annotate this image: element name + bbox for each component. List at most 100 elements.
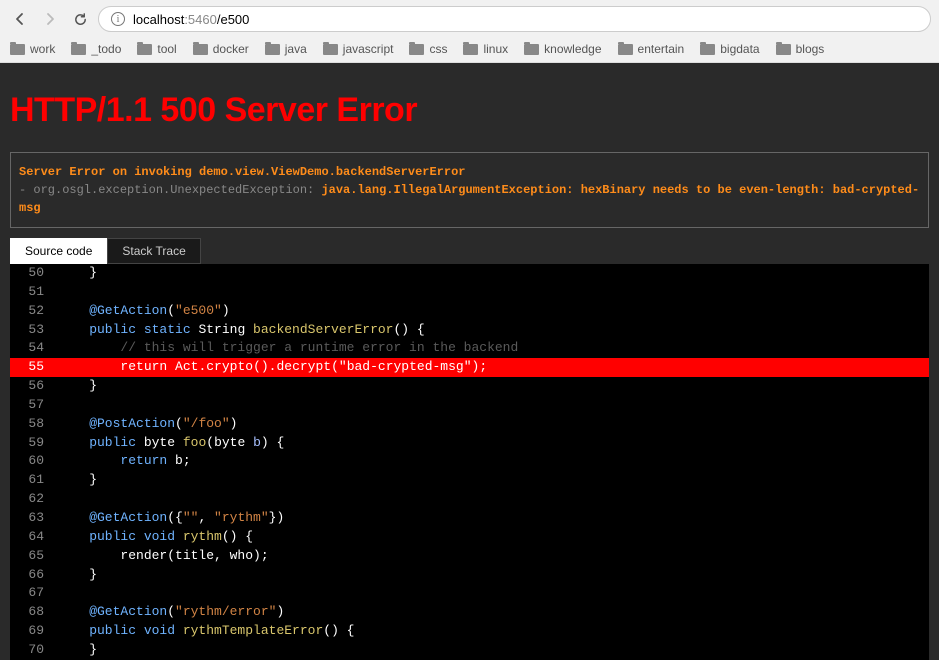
code-line: 51	[10, 283, 929, 302]
code-content	[58, 396, 929, 415]
code-content: @GetAction("e500")	[58, 302, 929, 321]
code-line: 58 @PostAction("/foo")	[10, 415, 929, 434]
bookmark-label: bigdata	[720, 42, 759, 56]
folder-icon	[193, 44, 208, 55]
code-content	[58, 490, 929, 509]
line-number: 51	[10, 283, 58, 302]
line-number: 55	[10, 358, 58, 377]
line-number: 50	[10, 264, 58, 283]
code-line: 65 render(title, who);	[10, 547, 929, 566]
code-line: 56 }	[10, 377, 929, 396]
code-line: 68 @GetAction("rythm/error")	[10, 603, 929, 622]
line-number: 58	[10, 415, 58, 434]
site-info-icon[interactable]: i	[111, 12, 125, 26]
code-content	[58, 283, 929, 302]
code-line: 60 return b;	[10, 452, 929, 471]
bookmarks-bar: work _todo tool docker java javascript css linu…	[0, 38, 939, 62]
line-number: 67	[10, 584, 58, 603]
line-number: 56	[10, 377, 58, 396]
folder-icon	[323, 44, 338, 55]
bookmark-label: docker	[213, 42, 249, 56]
code-content: render(title, who);	[58, 547, 929, 566]
line-number: 70	[10, 641, 58, 660]
code-content	[58, 584, 929, 603]
url-text: localhost:5460/e500	[133, 12, 249, 27]
tab-stack-trace[interactable]: Stack Trace	[107, 238, 200, 264]
folder-icon	[776, 44, 791, 55]
back-button[interactable]	[8, 7, 32, 31]
folder-icon	[524, 44, 539, 55]
bookmark-folder[interactable]: css	[409, 42, 447, 56]
code-line: 57	[10, 396, 929, 415]
code-line: 55 return Act.crypto().decrypt("bad-cryp…	[10, 358, 929, 377]
bookmark-folder[interactable]: _todo	[71, 42, 121, 56]
code-line: 70 }	[10, 641, 929, 660]
bookmark-label: _todo	[91, 42, 121, 56]
code-content: @PostAction("/foo")	[58, 415, 929, 434]
code-line: 67	[10, 584, 929, 603]
folder-icon	[700, 44, 715, 55]
forward-button[interactable]	[38, 7, 62, 31]
error-summary-box: Server Error on invoking demo.view.ViewD…	[10, 152, 929, 228]
bookmark-folder[interactable]: tool	[137, 42, 176, 56]
code-line: 63 @GetAction({"", "rythm"})	[10, 509, 929, 528]
bookmark-label: work	[30, 42, 55, 56]
code-content: }	[58, 264, 929, 283]
line-number: 53	[10, 321, 58, 340]
source-code-viewer[interactable]: 50 }5152 @GetAction("e500")53 public sta…	[10, 264, 929, 660]
bookmark-folder[interactable]: javascript	[323, 42, 394, 56]
line-number: 62	[10, 490, 58, 509]
folder-icon	[137, 44, 152, 55]
code-content: @GetAction({"", "rythm"})	[58, 509, 929, 528]
code-content: public static String backendServerError(…	[58, 321, 929, 340]
folder-icon	[265, 44, 280, 55]
bookmark-folder[interactable]: knowledge	[524, 42, 601, 56]
code-content: // this will trigger a runtime error in …	[58, 339, 929, 358]
bookmark-folder[interactable]: java	[265, 42, 307, 56]
folder-icon	[71, 44, 86, 55]
code-content: }	[58, 641, 929, 660]
error-prefix: - org.osgl.exception.UnexpectedException…	[19, 183, 321, 197]
code-content: public byte foo(byte b) {	[58, 434, 929, 453]
reload-button[interactable]	[68, 7, 92, 31]
line-number: 59	[10, 434, 58, 453]
code-content: }	[58, 377, 929, 396]
line-number: 61	[10, 471, 58, 490]
bookmark-folder[interactable]: entertain	[618, 42, 685, 56]
folder-icon	[10, 44, 25, 55]
code-content: }	[58, 471, 929, 490]
error-detail-line: - org.osgl.exception.UnexpectedException…	[19, 181, 920, 217]
code-content: @GetAction("rythm/error")	[58, 603, 929, 622]
error-summary: Server Error on invoking demo.view.ViewD…	[19, 163, 920, 181]
code-line: 69 public void rythmTemplateError() {	[10, 622, 929, 641]
line-number: 64	[10, 528, 58, 547]
toolbar: i localhost:5460/e500	[0, 0, 939, 38]
browser-chrome: i localhost:5460/e500 work _todo tool docke…	[0, 0, 939, 63]
url-path: /e500	[217, 12, 250, 27]
url-bar[interactable]: i localhost:5460/e500	[98, 6, 931, 32]
code-line: 64 public void rythm() {	[10, 528, 929, 547]
bookmark-folder[interactable]: blogs	[776, 42, 825, 56]
code-content: }	[58, 566, 929, 585]
folder-icon	[409, 44, 424, 55]
folder-icon	[618, 44, 633, 55]
bookmark-folder[interactable]: work	[10, 42, 55, 56]
page-content: HTTP/1.1 500 Server Error Server Error o…	[0, 63, 939, 660]
bookmark-label: tool	[157, 42, 176, 56]
bookmark-label: linux	[483, 42, 508, 56]
bookmark-folder[interactable]: docker	[193, 42, 249, 56]
bookmark-label: javascript	[343, 42, 394, 56]
code-line: 54 // this will trigger a runtime error …	[10, 339, 929, 358]
line-number: 54	[10, 339, 58, 358]
code-content: return Act.crypto().decrypt("bad-crypted…	[58, 358, 929, 377]
line-number: 69	[10, 622, 58, 641]
bookmark-folder[interactable]: bigdata	[700, 42, 759, 56]
bookmark-label: entertain	[638, 42, 685, 56]
tab-source-code[interactable]: Source code	[10, 238, 107, 264]
code-line: 50 }	[10, 264, 929, 283]
line-number: 57	[10, 396, 58, 415]
bookmark-label: knowledge	[544, 42, 601, 56]
code-content: public void rythm() {	[58, 528, 929, 547]
line-number: 65	[10, 547, 58, 566]
bookmark-folder[interactable]: linux	[463, 42, 508, 56]
